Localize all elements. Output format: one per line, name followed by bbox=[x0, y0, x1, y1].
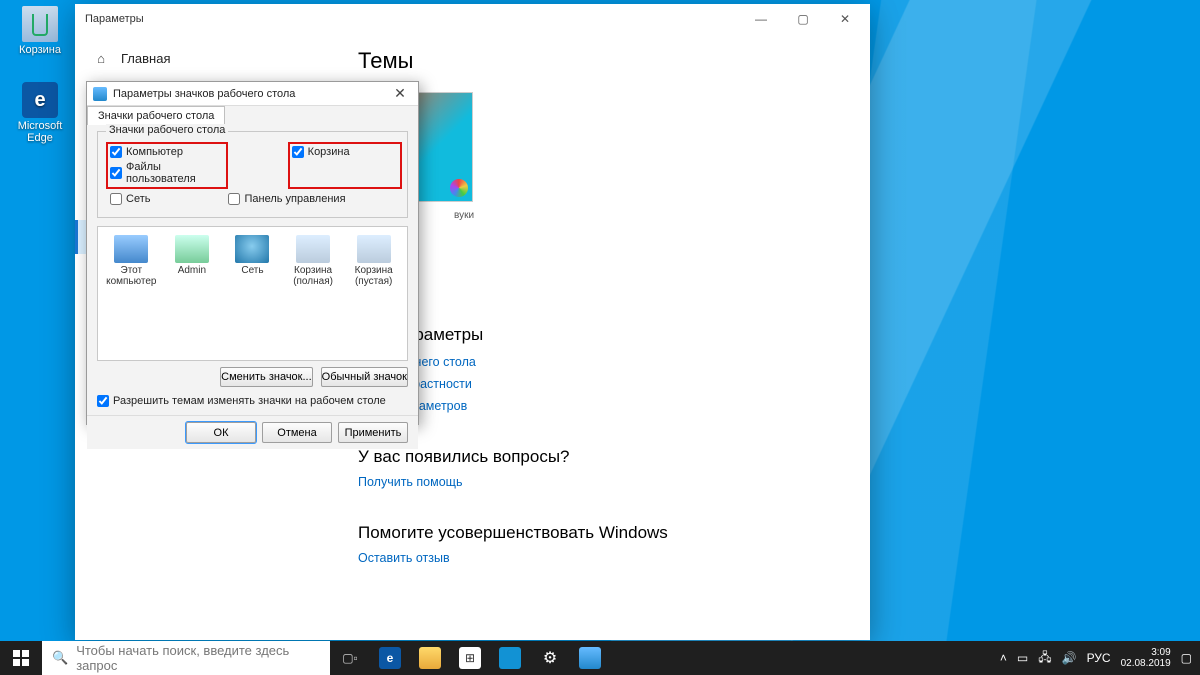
taskbar-pinned: ▢▫ e ⊞ ⚙ bbox=[330, 641, 610, 675]
dialog-titlebar[interactable]: Параметры значков рабочего стола ✕ bbox=[87, 82, 418, 106]
checkbox-input[interactable] bbox=[292, 146, 304, 158]
start-button[interactable] bbox=[0, 641, 42, 675]
settings-title: Параметры bbox=[85, 13, 144, 25]
checkbox-input[interactable] bbox=[110, 193, 122, 205]
checkbox-computer[interactable]: Компьютер bbox=[110, 146, 196, 158]
clock-time: 3:09 bbox=[1121, 647, 1171, 658]
clock-date: 02.08.2019 bbox=[1121, 658, 1171, 669]
minimize-button[interactable]: — bbox=[740, 5, 782, 33]
taskbar-app-mail[interactable] bbox=[490, 641, 530, 675]
questions-heading: У вас появились вопросы? bbox=[358, 447, 848, 467]
home-icon: ⌂ bbox=[93, 51, 109, 66]
taskbar-app-explorer[interactable] bbox=[410, 641, 450, 675]
link-get-help[interactable]: Получить помощь bbox=[358, 475, 848, 489]
search-icon: 🔍 bbox=[52, 650, 68, 666]
nav-home[interactable]: ⌂ Главная bbox=[75, 42, 333, 74]
tab-desktop-icons[interactable]: Значки рабочего стола bbox=[87, 106, 225, 125]
close-button[interactable]: ✕ bbox=[824, 5, 866, 33]
desktop-icon-recycle-bin[interactable]: Корзина bbox=[10, 6, 70, 56]
icon-preview-grid[interactable]: Этот компьютер Admin Сеть Корзина (полна… bbox=[97, 226, 408, 361]
settings-titlebar[interactable]: Параметры — ▢ ✕ bbox=[75, 4, 870, 34]
icon-item-admin[interactable]: Admin bbox=[165, 235, 220, 276]
icon-item-bin-empty[interactable]: Корзина (пустая) bbox=[346, 235, 401, 287]
checkbox-input[interactable] bbox=[97, 395, 109, 407]
link-high-contrast[interactable]: окой контрастности bbox=[358, 377, 848, 391]
checkbox-input[interactable] bbox=[228, 193, 240, 205]
link-feedback[interactable]: Оставить отзыв bbox=[358, 551, 848, 565]
icon-item-network[interactable]: Сеть bbox=[225, 235, 280, 276]
recycle-bin-icon bbox=[22, 6, 58, 42]
nav-home-label: Главная bbox=[121, 51, 170, 66]
sounds-hint: вуки bbox=[454, 210, 848, 221]
dialog-close-button[interactable]: ✕ bbox=[386, 84, 414, 104]
maximize-button[interactable]: ▢ bbox=[782, 5, 824, 33]
taskbar-clock[interactable]: 3:09 02.08.2019 bbox=[1121, 647, 1171, 669]
task-view-button[interactable]: ▢▫ bbox=[330, 641, 370, 675]
highlight-box: Компьютер Файлы пользователя bbox=[106, 142, 228, 189]
default-icon-button[interactable]: Обычный значок bbox=[321, 367, 408, 387]
icon-item-bin-full[interactable]: Корзина (полная) bbox=[286, 235, 341, 287]
battery-icon[interactable]: ▭ bbox=[1017, 651, 1028, 665]
link-sync-settings[interactable]: ваших параметров bbox=[358, 399, 848, 413]
folder-icon bbox=[419, 647, 441, 669]
checkbox-input[interactable] bbox=[110, 146, 122, 158]
network-tray-icon[interactable]: 🖧 bbox=[1038, 648, 1051, 669]
dialog-tabs: Значки рабочего стола bbox=[87, 106, 418, 125]
checkbox-network[interactable]: Сеть bbox=[110, 193, 150, 205]
ok-button[interactable]: ОК bbox=[186, 422, 256, 443]
user-folder-icon bbox=[175, 235, 209, 263]
tray-chevron-icon[interactable]: ˄ bbox=[1000, 651, 1007, 665]
store-icon: ⊞ bbox=[459, 647, 481, 669]
related-settings-heading: щие параметры bbox=[358, 325, 848, 345]
taskbar-search[interactable]: 🔍 Чтобы начать поиск, введите здесь запр… bbox=[42, 641, 330, 675]
search-placeholder: Чтобы начать поиск, введите здесь запрос bbox=[76, 643, 320, 673]
checkbox-input[interactable] bbox=[110, 167, 122, 179]
system-tray: ˄ ▭ 🖧 🔊 РУС 3:09 02.08.2019 ▢ bbox=[992, 641, 1200, 675]
apply-button[interactable]: Применить bbox=[338, 422, 408, 443]
taskbar: 🔍 Чтобы начать поиск, введите здесь запр… bbox=[0, 641, 1200, 675]
app-icon bbox=[579, 647, 601, 669]
link-desktop-icons[interactable]: чков рабочего стола bbox=[358, 355, 848, 369]
action-center-icon[interactable]: ▢ bbox=[1181, 651, 1192, 665]
color-swatch-icon bbox=[450, 179, 468, 197]
checkbox-user-files[interactable]: Файлы пользователя bbox=[110, 161, 196, 185]
checkbox-allow-themes[interactable]: Разрешить темам изменять значки на рабоч… bbox=[97, 395, 408, 407]
desktop-icon-edge[interactable]: Microsoft Edge bbox=[10, 82, 70, 144]
recycle-empty-icon bbox=[357, 235, 391, 263]
desktop-icon-label: Microsoft Edge bbox=[10, 120, 70, 144]
pc-icon bbox=[114, 235, 148, 263]
highlight-box: Корзина bbox=[288, 142, 402, 189]
checkbox-control-panel[interactable]: Панель управления bbox=[228, 193, 345, 205]
group-legend: Значки рабочего стола bbox=[106, 124, 228, 136]
mail-icon bbox=[499, 647, 521, 669]
task-view-icon: ▢▫ bbox=[342, 651, 358, 665]
dialog-title: Параметры значков рабочего стола bbox=[113, 88, 295, 100]
improve-heading: Помогите усовершенствовать Windows bbox=[358, 523, 848, 543]
desktop-icon-settings-dialog: Параметры значков рабочего стола ✕ Значк… bbox=[86, 81, 419, 425]
edge-icon bbox=[22, 82, 58, 118]
cancel-button[interactable]: Отмена bbox=[262, 422, 332, 443]
group-desktop-icons: Значки рабочего стола Компьютер Файлы по… bbox=[97, 131, 408, 218]
network-icon bbox=[235, 235, 269, 263]
language-indicator[interactable]: РУС bbox=[1087, 651, 1111, 665]
taskbar-app-settings[interactable]: ⚙ bbox=[530, 641, 570, 675]
taskbar-app-running[interactable] bbox=[570, 641, 610, 675]
recycle-full-icon bbox=[296, 235, 330, 263]
checkbox-recycle-bin[interactable]: Корзина bbox=[292, 146, 350, 158]
page-title: Темы bbox=[358, 48, 848, 74]
windows-logo-icon bbox=[13, 650, 29, 666]
taskbar-app-edge[interactable]: e bbox=[370, 641, 410, 675]
dialog-footer: ОК Отмена Применить bbox=[87, 415, 418, 449]
gear-icon: ⚙ bbox=[543, 648, 557, 668]
taskbar-app-store[interactable]: ⊞ bbox=[450, 641, 490, 675]
dialog-app-icon bbox=[93, 87, 107, 101]
change-icon-button[interactable]: Сменить значок... bbox=[220, 367, 313, 387]
desktop-icon-label: Корзина bbox=[10, 44, 70, 56]
icon-item-this-pc[interactable]: Этот компьютер bbox=[104, 235, 159, 287]
volume-icon[interactable]: 🔊 bbox=[1062, 651, 1077, 665]
